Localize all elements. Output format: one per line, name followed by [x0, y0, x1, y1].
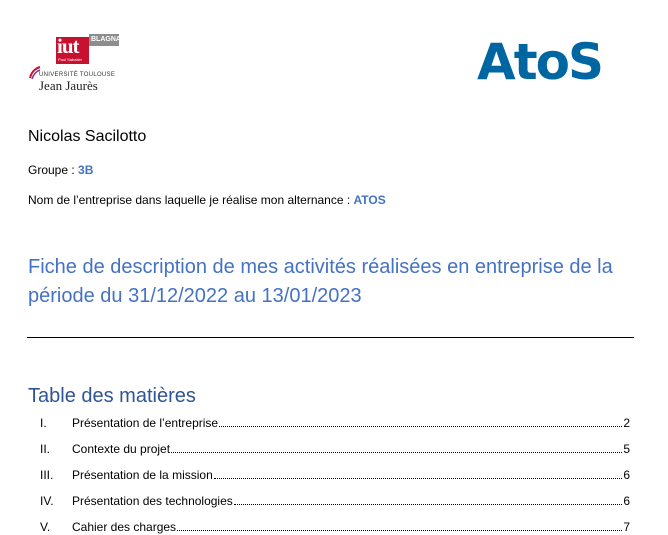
toc-entry-number: IV. [40, 494, 54, 508]
group-line: Groupe : 3B [28, 163, 93, 177]
toc-entry-title: Présentation de l’entreprise [72, 416, 219, 430]
atos-logo: AtoS [477, 33, 604, 91]
horizontal-rule [27, 337, 634, 338]
company-line: Nom de l’entreprise dans laquelle je réa… [28, 193, 386, 207]
toc-entry-number: V. [40, 520, 51, 534]
toc-entry-number: I. [40, 416, 47, 430]
iut-logo-tagline: Paul Sabatier [58, 57, 83, 62]
company-value: ATOS [353, 193, 386, 207]
toc-entry-number: III. [40, 468, 54, 482]
student-name: Nicolas Sacilotto [28, 128, 147, 145]
toc-entry-page: 6 [623, 468, 630, 482]
toc-entry-page: 7 [623, 520, 630, 534]
group-value: 3B [78, 163, 94, 177]
document-title: Fiche de description de mes activités ré… [28, 256, 613, 307]
toc-entry-title: Cahier des charges [72, 520, 177, 534]
toc-leader-dots [177, 529, 623, 531]
toc-leader-dots [171, 451, 623, 453]
toc-entry-number: II. [40, 442, 51, 456]
toc-entry-title: Contexte du projet [72, 442, 171, 456]
company-label: Nom de l’entreprise dans laquelle je réa… [28, 193, 354, 207]
toc-entry[interactable]: V. Cahier des charges 7 [40, 518, 630, 534]
toc-entry-title: Présentation de la mission [72, 468, 213, 482]
iut-logo-mark: iut [57, 34, 79, 58]
group-label: Groupe : [28, 163, 79, 177]
toc-leader-dots [213, 477, 623, 479]
toc-heading: Table des matières [28, 385, 196, 407]
university-name-line2: Jean Jaurès [39, 78, 98, 93]
toc-entry[interactable]: III. Présentation de la mission 6 [40, 466, 630, 482]
toc-entry[interactable]: I. Présentation de l’entreprise 2 [40, 414, 630, 430]
toc-leader-dots [233, 503, 623, 505]
toc-entry[interactable]: IV. Présentation des technologies 6 [40, 492, 630, 508]
iut-logo-campus: BLAGNAC [91, 36, 126, 43]
toc-entry[interactable]: II. Contexte du projet 5 [40, 440, 630, 456]
toc-entry-page: 5 [623, 442, 630, 456]
toc-entry-page: 6 [623, 494, 630, 508]
toc-leader-dots [219, 425, 623, 427]
toc-entry-title: Présentation des technologies [72, 494, 233, 508]
toc-entry-page: 2 [623, 416, 630, 430]
iut-logo: iut Paul Sabatier BLAGNAC UNIVERSITÉ TOU… [25, 30, 130, 93]
